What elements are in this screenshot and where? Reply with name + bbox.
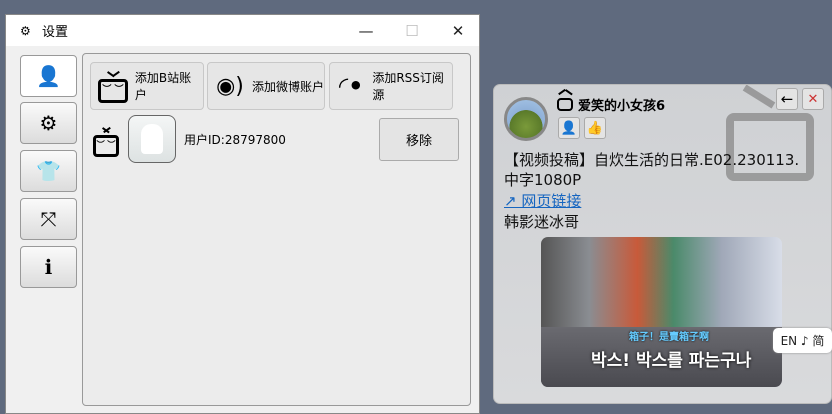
app-icon: ⚙ (20, 23, 31, 38)
rss-icon: ◜• (338, 72, 364, 100)
card-close-button[interactable]: ✕ (802, 88, 824, 110)
post-content-line2: 中字1080P (504, 171, 582, 189)
back-button[interactable]: ← (776, 88, 798, 110)
post-author: 韩影迷冰哥 (504, 213, 580, 231)
shirt-icon: 👕 (36, 159, 61, 183)
user-id: 用户ID:28797800 (184, 133, 286, 147)
account-avatar (128, 115, 176, 163)
user-gear-icon: 👤 (36, 64, 61, 88)
weibo-icon: ◉) (216, 73, 244, 99)
user-icon: 👤 (560, 120, 578, 136)
like-button[interactable]: 👍 (584, 117, 606, 139)
notification-card: 爱笑的小女孩6 👤 👍 ← ✕ 【视频投稿】自炊生活的日常.E02.230113… (493, 84, 832, 404)
settings-window: ⚙ 设置 — ☐ ✕ 👤 ⚙ 👕 ⤧ ℹ ︶ ︶ 添加B站账户 ◉) 添加微博账… (5, 14, 480, 414)
remove-button[interactable]: 移除 (379, 118, 459, 161)
sidebar-about-button[interactable]: ℹ (20, 246, 77, 288)
sidebar-layout-button[interactable]: ⤧ (20, 198, 77, 240)
user-avatar[interactable] (504, 97, 548, 141)
user-profile-button[interactable]: 👤 (558, 117, 580, 139)
sidebar-accounts-button[interactable]: 👤 (20, 55, 77, 97)
post-content: 【视频投稿】自炊生活的日常.E02.230113. (504, 151, 800, 169)
video-thumbnail[interactable]: 箱子！是賣箱子啊 박스! 박스를 파는구나 (541, 237, 782, 387)
thumbs-up-icon: 👍 (586, 120, 604, 136)
title-bar: ⚙ 设置 — ☐ ✕ (6, 15, 479, 46)
bilibili-icon (557, 96, 573, 115)
accounts-panel: ︶ ︶ 添加B站账户 ◉) 添加微博账户 ◜• 添加RSS订阅源 ︶ ︶ 用户I… (82, 53, 471, 406)
maximize-button[interactable]: ☐ (389, 15, 435, 46)
close-icon: ✕ (807, 91, 819, 107)
add-weibo-button[interactable]: ◉) 添加微博账户 (207, 62, 325, 110)
bilibili-watermark-icon (726, 113, 814, 181)
sidebar-theme-button[interactable]: 👕 (20, 150, 77, 192)
web-link[interactable]: ↗ 网页链接 (504, 190, 581, 211)
username: 爱笑的小女孩6 (578, 99, 666, 114)
ime-indicator[interactable]: EN ♪ 简 (773, 328, 832, 353)
window-title: 设置 (42, 25, 69, 40)
bilibili-account-icon: ︶ ︶ (93, 132, 119, 157)
gear-icon: ⚙ (39, 111, 58, 135)
add-rss-button[interactable]: ◜• 添加RSS订阅源 (329, 62, 453, 110)
sidebar-settings-button[interactable]: ⚙ (20, 102, 77, 144)
info-icon: ℹ (44, 255, 53, 279)
close-button[interactable]: ✕ (435, 15, 481, 46)
minimize-button[interactable]: — (343, 15, 389, 46)
bilibili-tv-icon: ︶ ︶ (95, 69, 131, 103)
arrow-left-icon: ← (780, 90, 794, 108)
expand-icon: ⤧ (40, 207, 57, 231)
add-bilibili-button[interactable]: ︶ ︶ 添加B站账户 (90, 62, 204, 110)
